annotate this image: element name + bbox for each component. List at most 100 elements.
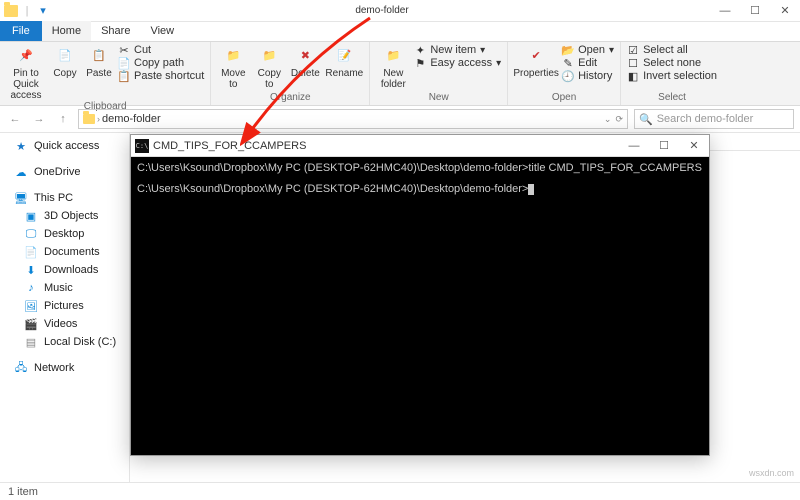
cube-icon: ▣ [24, 209, 38, 223]
copy-path-button[interactable]: 📄Copy path [118, 57, 204, 69]
up-button[interactable]: ↑ [54, 110, 72, 128]
pin-icon: 📌 [15, 44, 37, 66]
ribbon-group-open: ✔Properties 📂Open ▾ ✎Edit 🕘History Open [508, 42, 621, 105]
forward-button[interactable]: → [30, 110, 48, 128]
cloud-icon: ☁ [14, 165, 28, 179]
cmd-minimize-button[interactable]: — [619, 135, 649, 156]
new-item-icon: ✦ [414, 44, 426, 56]
search-input[interactable]: 🔍 Search demo-folder [634, 109, 794, 129]
breadcrumb[interactable]: demo-folder [102, 113, 161, 125]
select-all-icon: ☑ [627, 44, 639, 56]
maximize-button[interactable]: ☐ [740, 0, 770, 21]
pin-button[interactable]: 📌 Pin to Quickaccess [6, 44, 46, 101]
new-item-button[interactable]: ✦New item ▾ [414, 44, 501, 56]
status-bar: 1 item [0, 482, 800, 500]
cmd-close-button[interactable]: ✕ [679, 135, 709, 156]
tab-home[interactable]: Home [42, 21, 91, 41]
ribbon: 📌 Pin to Quickaccess 📄 Copy 📋 Paste ✂Cut… [0, 42, 800, 106]
open-button[interactable]: 📂Open ▾ [562, 44, 614, 56]
copy-icon: 📄 [54, 44, 76, 66]
new-folder-icon: 📁 [382, 44, 404, 66]
nav-thispc[interactable]: 🖥This PC [0, 189, 129, 207]
paste-button[interactable]: 📋 Paste [84, 44, 114, 79]
nav-desktop[interactable]: 🖵Desktop [0, 225, 129, 243]
ribbon-group-organize: 📁Moveto 📁Copyto ✖Delete 📝Rename Organize [211, 42, 370, 105]
minimize-button[interactable]: — [710, 0, 740, 21]
titlebar: | ▾ demo-folder — ☐ ✕ [0, 0, 800, 22]
chevron-down-icon[interactable]: ⌄ [604, 114, 612, 125]
window-title: demo-folder [54, 5, 710, 16]
watermark: wsxdn.com [749, 468, 794, 478]
close-button[interactable]: ✕ [770, 0, 800, 21]
download-icon: ⬇ [24, 263, 38, 277]
move-button[interactable]: 📁Moveto [217, 44, 249, 90]
nav-quick-access[interactable]: ★Quick access [0, 137, 129, 155]
tab-file[interactable]: File [0, 21, 42, 41]
easy-access-button[interactable]: ⚑Easy access ▾ [414, 57, 501, 69]
pc-icon: 🖥 [14, 191, 28, 205]
cut-button[interactable]: ✂Cut [118, 44, 204, 56]
disk-icon: ▤ [24, 335, 38, 349]
clipboard-small: ✂Cut 📄Copy path 📋Paste shortcut [118, 44, 204, 82]
new-folder-button[interactable]: 📁Newfolder [376, 44, 410, 90]
ribbon-tabs: File Home Share View [0, 22, 800, 42]
history-icon: 🕘 [562, 70, 574, 82]
invert-icon: ◧ [627, 70, 639, 82]
cmd-maximize-button[interactable]: ☐ [649, 135, 679, 156]
cmd-icon: C:\ [135, 139, 149, 153]
tab-view[interactable]: View [140, 21, 184, 41]
paste-shortcut-button[interactable]: 📋Paste shortcut [118, 70, 204, 82]
network-icon: 🖧 [14, 361, 28, 375]
cmd-prompt: C:\Users\Ksound\Dropbox\My PC (DESKTOP-6… [137, 182, 703, 197]
cmd-window-controls: — ☐ ✕ [619, 135, 709, 156]
back-button[interactable]: ← [6, 110, 24, 128]
cmd-window[interactable]: C:\ CMD_TIPS_FOR_CCAMPERS — ☐ ✕ C:\Users… [130, 134, 710, 456]
copyto-button[interactable]: 📁Copyto [253, 44, 285, 90]
paste-icon: 📋 [88, 44, 110, 66]
select-all-button[interactable]: ☑Select all [627, 44, 717, 56]
video-icon: 🎬 [24, 317, 38, 331]
music-icon: ♪ [24, 281, 38, 295]
ribbon-group-clipboard: 📌 Pin to Quickaccess 📄 Copy 📋 Paste ✂Cut… [0, 42, 211, 105]
cmd-line: C:\Users\Ksound\Dropbox\My PC (DESKTOP-6… [137, 161, 703, 176]
select-none-button[interactable]: ☐Select none [627, 57, 717, 69]
history-button[interactable]: 🕘History [562, 70, 614, 82]
star-icon: ★ [14, 139, 28, 153]
shortcut-icon: 📋 [118, 70, 130, 82]
nav-videos[interactable]: 🎬Videos [0, 315, 129, 333]
nav-documents[interactable]: 📄Documents [0, 243, 129, 261]
nav-onedrive[interactable]: ☁OneDrive [0, 163, 129, 181]
ribbon-group-new: 📁Newfolder ✦New item ▾ ⚑Easy access ▾ Ne… [370, 42, 508, 105]
delete-button[interactable]: ✖Delete [289, 44, 321, 79]
nav-downloads[interactable]: ⬇Downloads [0, 261, 129, 279]
copyto-icon: 📁 [258, 44, 280, 66]
qat-save-icon[interactable]: ▾ [36, 4, 50, 18]
copy-button[interactable]: 📄 Copy [50, 44, 80, 79]
delete-icon: ✖ [294, 44, 316, 66]
refresh-icon[interactable]: ⟳ [615, 114, 623, 125]
search-icon: 🔍 [639, 113, 653, 126]
nav-local-disk[interactable]: ▤Local Disk (C:) [0, 333, 129, 351]
qat-divider: | [20, 4, 34, 18]
nav-network[interactable]: 🖧Network [0, 359, 129, 377]
cmd-body[interactable]: C:\Users\Ksound\Dropbox\My PC (DESKTOP-6… [131, 157, 709, 455]
nav-3d-objects[interactable]: ▣3D Objects [0, 207, 129, 225]
status-text: 1 item [8, 486, 38, 498]
nav-pane[interactable]: ★Quick access ☁OneDrive 🖥This PC ▣3D Obj… [0, 133, 130, 482]
rename-button[interactable]: 📝Rename [325, 44, 363, 79]
path-icon: 📄 [118, 57, 130, 69]
tab-share[interactable]: Share [91, 21, 140, 41]
rename-icon: 📝 [333, 44, 355, 66]
desktop-icon: 🖵 [24, 227, 38, 241]
nav-pictures[interactable]: 🖼Pictures [0, 297, 129, 315]
address-bar[interactable]: › demo-folder ⌄ ⟳ [78, 109, 628, 129]
invert-selection-button[interactable]: ◧Invert selection [627, 70, 717, 82]
cut-icon: ✂ [118, 44, 130, 56]
easy-icon: ⚑ [414, 57, 426, 69]
cmd-titlebar[interactable]: C:\ CMD_TIPS_FOR_CCAMPERS — ☐ ✕ [131, 135, 709, 157]
move-icon: 📁 [222, 44, 244, 66]
nav-music[interactable]: ♪Music [0, 279, 129, 297]
edit-button[interactable]: ✎Edit [562, 57, 614, 69]
properties-button[interactable]: ✔Properties [514, 44, 558, 79]
open-icon: 📂 [562, 44, 574, 56]
